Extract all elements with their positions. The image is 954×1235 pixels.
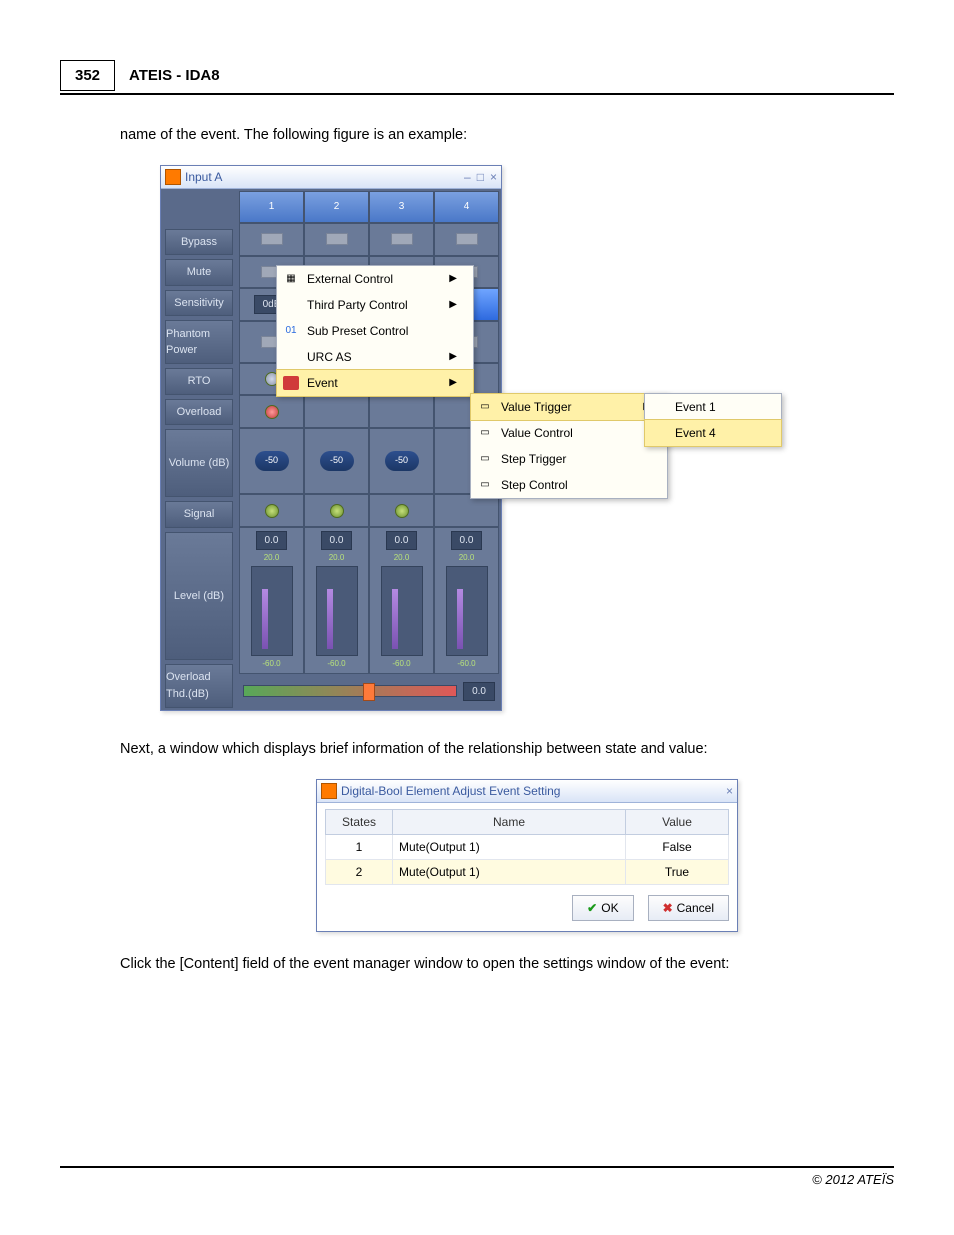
mi-step-control[interactable]: ▭Step Control [471, 472, 667, 498]
row-bypass: Bypass [165, 229, 233, 256]
mi-sub-preset-control[interactable]: 01Sub Preset Control [277, 318, 473, 344]
th-name[interactable]: Name [393, 809, 626, 834]
close-icon[interactable]: × [490, 168, 497, 186]
th-states[interactable]: States [326, 809, 393, 834]
mi-value-trigger[interactable]: ▭Value Trigger▶ [470, 393, 668, 421]
row-sensitivity: Sensitivity [165, 290, 233, 317]
window-title: Input A [185, 168, 222, 186]
table-row[interactable]: 1 Mute(Output 1) False [326, 834, 729, 859]
table-row[interactable]: 2 Mute(Output 1) True [326, 859, 729, 884]
signal-1 [239, 494, 304, 526]
signal-3 [369, 494, 434, 526]
row-volume: Volume (dB) [165, 429, 233, 497]
mi-step-trigger[interactable]: ▭Step Trigger [471, 446, 667, 472]
vol-1[interactable]: -50 [239, 428, 304, 494]
col-2: 2 [304, 191, 369, 223]
mi-event-1[interactable]: Event 1 [645, 394, 781, 420]
cancel-button[interactable]: ✖Cancel [648, 895, 729, 921]
bypass-1[interactable] [239, 223, 304, 255]
check-icon: ✔ [587, 899, 597, 917]
context-menu-event[interactable]: ▭Value Trigger▶ ▭Value Control ▭Step Tri… [470, 393, 668, 499]
overload-1 [239, 395, 304, 427]
col-4: 4 [434, 191, 499, 223]
page-header: 352 ATEIS - IDA8 [60, 60, 894, 95]
signal-2 [304, 494, 369, 526]
header-title: ATEIS - IDA8 [129, 67, 220, 84]
col-3: 3 [369, 191, 434, 223]
signal-4 [434, 494, 499, 526]
overload-3 [369, 395, 434, 427]
app-icon [165, 169, 181, 185]
mi-external-control[interactable]: ▦External Control▶ [277, 266, 473, 292]
x-icon: ✖ [663, 899, 673, 917]
dialog-title: Digital-Bool Element Adjust Event Settin… [341, 782, 560, 800]
th-value[interactable]: Value [626, 809, 729, 834]
row-overload-thd: Overload Thd.(dB) [165, 664, 233, 708]
row-rto: RTO [165, 368, 233, 395]
level-4[interactable]: 0.020.0-60.0 [434, 527, 499, 674]
page-number: 352 [60, 60, 115, 91]
bypass-4[interactable] [434, 223, 499, 255]
mi-third-party-control[interactable]: Third Party Control▶ [277, 292, 473, 318]
row-mute: Mute [165, 259, 233, 286]
footer-copyright: © 2012 ATEÏS [60, 1166, 894, 1187]
maximize-icon[interactable]: □ [477, 168, 484, 186]
overload-2 [304, 395, 369, 427]
level-1[interactable]: 0.020.0-60.0 [239, 527, 304, 674]
level-2[interactable]: 0.020.0-60.0 [304, 527, 369, 674]
row-overload: Overload [165, 399, 233, 426]
mid-text: Next, a window which displays brief info… [120, 739, 894, 761]
mi-event-4[interactable]: Event 4 [644, 419, 782, 447]
vol-2[interactable]: -50 [304, 428, 369, 494]
row-level: Level (dB) [165, 532, 233, 660]
intro-text: name of the event. The following figure … [120, 125, 894, 147]
close-icon[interactable]: × [726, 782, 733, 800]
mi-value-control[interactable]: ▭Value Control [471, 420, 667, 446]
row-signal: Signal [165, 501, 233, 528]
mi-urc-as[interactable]: URC AS▶ [277, 344, 473, 370]
mi-event[interactable]: Event▶ [276, 369, 474, 397]
vol-3[interactable]: -50 [369, 428, 434, 494]
row-phantom: Phantom Power [165, 320, 233, 364]
minimize-icon[interactable]: – [464, 168, 471, 186]
app-icon [321, 783, 337, 799]
overload-thd-slider[interactable]: 0.0 [239, 674, 499, 707]
bypass-2[interactable] [304, 223, 369, 255]
context-menu-main[interactable]: ▦External Control▶ Third Party Control▶ … [276, 265, 474, 397]
end-text: Click the [Content] field of the event m… [120, 954, 894, 976]
level-3[interactable]: 0.020.0-60.0 [369, 527, 434, 674]
context-menu-event-list[interactable]: Event 1 Event 4 [644, 393, 782, 447]
ok-button[interactable]: ✔OK [572, 895, 633, 921]
input-a-window: Input A – □ × Bypass Mute Sensitivity [160, 165, 502, 711]
titlebar[interactable]: Input A – □ × [161, 166, 501, 189]
states-table: States Name Value 1 Mute(Output 1) False… [325, 809, 729, 885]
overload-thd-value: 0.0 [463, 682, 495, 701]
event-setting-dialog: Digital-Bool Element Adjust Event Settin… [316, 779, 738, 932]
col-1: 1 [239, 191, 304, 223]
dialog-titlebar[interactable]: Digital-Bool Element Adjust Event Settin… [317, 780, 737, 803]
bypass-3[interactable] [369, 223, 434, 255]
